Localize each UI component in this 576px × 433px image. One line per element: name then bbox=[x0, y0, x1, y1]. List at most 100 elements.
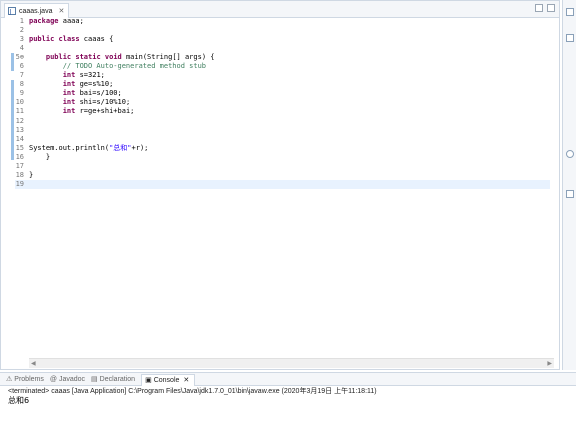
code-line[interactable]: 19 bbox=[15, 179, 550, 189]
code-token: int bbox=[62, 80, 76, 89]
code-line[interactable]: 16 } bbox=[15, 153, 550, 162]
line-number: 1 bbox=[19, 17, 24, 25]
minimize-button[interactable] bbox=[535, 4, 543, 12]
line-number: 17 bbox=[15, 161, 24, 170]
line-number: 9 bbox=[19, 89, 24, 98]
code-token: // TODO Auto-generated method stub bbox=[62, 62, 207, 71]
line-number: 13 bbox=[15, 125, 24, 134]
code-token: 总和 bbox=[113, 143, 128, 152]
code-line[interactable]: 5⊕ public static void main(String[] args… bbox=[15, 53, 550, 62]
code-line[interactable]: 4 bbox=[15, 44, 550, 53]
line-number: 10 bbox=[15, 98, 24, 107]
bottom-panel: ⚠ Problems @ Javadoc ▤ Declaration ▣ Console ✕ <… bbox=[0, 372, 576, 433]
code-line[interactable]: 1 package aaaa; bbox=[15, 17, 550, 26]
editor-window-controls bbox=[535, 4, 555, 12]
right-side-panel bbox=[562, 0, 576, 370]
editor-area: J caaas.java ✕ 1 package aaaa; 2 3 public cl… bbox=[0, 0, 560, 370]
code-token: bai=s/100; bbox=[75, 89, 122, 98]
declaration-icon: ▤ bbox=[91, 376, 98, 383]
code-token: aaaa; bbox=[58, 17, 84, 25]
code-token: ge=s%10; bbox=[75, 80, 114, 89]
code-token: caaas { bbox=[79, 35, 114, 44]
horizontal-scrollbar[interactable]: ◀ ▶ bbox=[29, 358, 554, 368]
line-number: 8 bbox=[19, 80, 24, 89]
line-number: 2 bbox=[19, 26, 24, 35]
code-line[interactable]: 9 int bai=s/100; bbox=[15, 89, 550, 98]
code-line[interactable]: 18} bbox=[15, 171, 550, 180]
line-number: 12 bbox=[15, 116, 24, 125]
view-tabbar: ⚠ Problems @ Javadoc ▤ Declaration ▣ Console ✕ bbox=[0, 373, 576, 386]
change-marker bbox=[11, 80, 14, 160]
line-number: 19 bbox=[15, 179, 24, 188]
scroll-left-icon[interactable]: ◀ bbox=[31, 359, 36, 368]
code-line[interactable]: 14 bbox=[15, 135, 550, 144]
code-line[interactable]: 13 bbox=[15, 126, 550, 135]
line-number: 4 bbox=[19, 44, 24, 53]
editor-tab-caaas-java[interactable]: J caaas.java ✕ bbox=[4, 3, 70, 18]
close-icon[interactable]: ✕ bbox=[183, 376, 189, 384]
code-token: int bbox=[62, 107, 76, 116]
console-icon: ▣ bbox=[145, 377, 152, 384]
code-token: } bbox=[29, 170, 34, 179]
code-line[interactable]: 10 int shi=s/10%10; bbox=[15, 98, 550, 107]
code-token: void bbox=[104, 53, 122, 62]
code-line[interactable]: 11 int r=ge+shi+bai; bbox=[15, 107, 550, 116]
code-line[interactable]: 12 bbox=[15, 117, 550, 126]
code-token: int bbox=[62, 98, 76, 107]
line-number: 15 bbox=[15, 143, 24, 152]
outline-icon[interactable] bbox=[566, 8, 574, 16]
close-icon[interactable]: ✕ bbox=[58, 7, 64, 15]
tab-label: Problems bbox=[14, 375, 44, 383]
console-output: 总和6 bbox=[8, 396, 30, 405]
code-token: shi=s/10%10; bbox=[75, 98, 131, 107]
line-number: 14 bbox=[15, 134, 24, 143]
code-line[interactable]: 17 bbox=[15, 162, 550, 171]
code-token: +r); bbox=[131, 143, 149, 152]
info-icon[interactable] bbox=[566, 150, 574, 158]
tab-label: Console bbox=[153, 376, 180, 384]
line-number: 18 bbox=[15, 170, 24, 179]
problems-icon: ⚠ bbox=[6, 376, 13, 383]
view-icon[interactable] bbox=[566, 190, 574, 198]
code-token: public bbox=[45, 53, 72, 62]
code-line[interactable]: 7 int s=321; bbox=[15, 71, 550, 80]
line-number: 16 bbox=[15, 152, 24, 161]
code-token: int bbox=[62, 89, 76, 98]
code-line[interactable]: 2 bbox=[15, 26, 550, 35]
javadoc-icon: @ bbox=[49, 375, 57, 383]
code-token: int bbox=[62, 71, 76, 80]
code-line[interactable]: 6 // TODO Auto-generated method stub bbox=[15, 62, 550, 71]
editor-tab-label: caaas.java bbox=[19, 7, 53, 15]
code-token: class bbox=[58, 35, 80, 44]
line-number: 3 bbox=[19, 35, 24, 44]
console-status: <terminated> caaas [Java Application] C:… bbox=[8, 388, 377, 395]
code-token: System.out.println( bbox=[29, 143, 110, 152]
scroll-right-icon[interactable]: ▶ bbox=[547, 359, 552, 368]
tab-problems[interactable]: ⚠ Problems bbox=[6, 373, 44, 385]
task-list-icon[interactable] bbox=[566, 34, 574, 42]
line-number: 7 bbox=[19, 71, 24, 80]
code-editor[interactable]: 1 package aaaa; 2 3 public class caaas { 4 5⊕ … bbox=[15, 17, 550, 189]
code-token: main(String[] args) { bbox=[121, 53, 215, 62]
code-line[interactable]: 8 int ge=s%10; bbox=[15, 80, 550, 89]
code-token: public bbox=[29, 35, 55, 44]
java-file-icon: J bbox=[8, 7, 16, 15]
maximize-button[interactable] bbox=[547, 4, 555, 12]
code-line[interactable]: 15 System.out.println("总和"+r); bbox=[15, 144, 550, 153]
tab-declaration[interactable]: ▤ Declaration bbox=[91, 373, 135, 385]
code-line[interactable]: 3 public class caaas { bbox=[15, 35, 550, 44]
tab-javadoc[interactable]: @ Javadoc bbox=[50, 373, 85, 385]
tab-label: Declaration bbox=[99, 375, 136, 383]
code-token: r=ge+shi+bai; bbox=[75, 107, 135, 116]
code-token: static bbox=[75, 53, 101, 62]
code-token: } bbox=[29, 152, 51, 161]
tab-console[interactable]: ▣ Console ✕ bbox=[141, 373, 196, 386]
line-number: 5⊕ bbox=[15, 53, 24, 62]
